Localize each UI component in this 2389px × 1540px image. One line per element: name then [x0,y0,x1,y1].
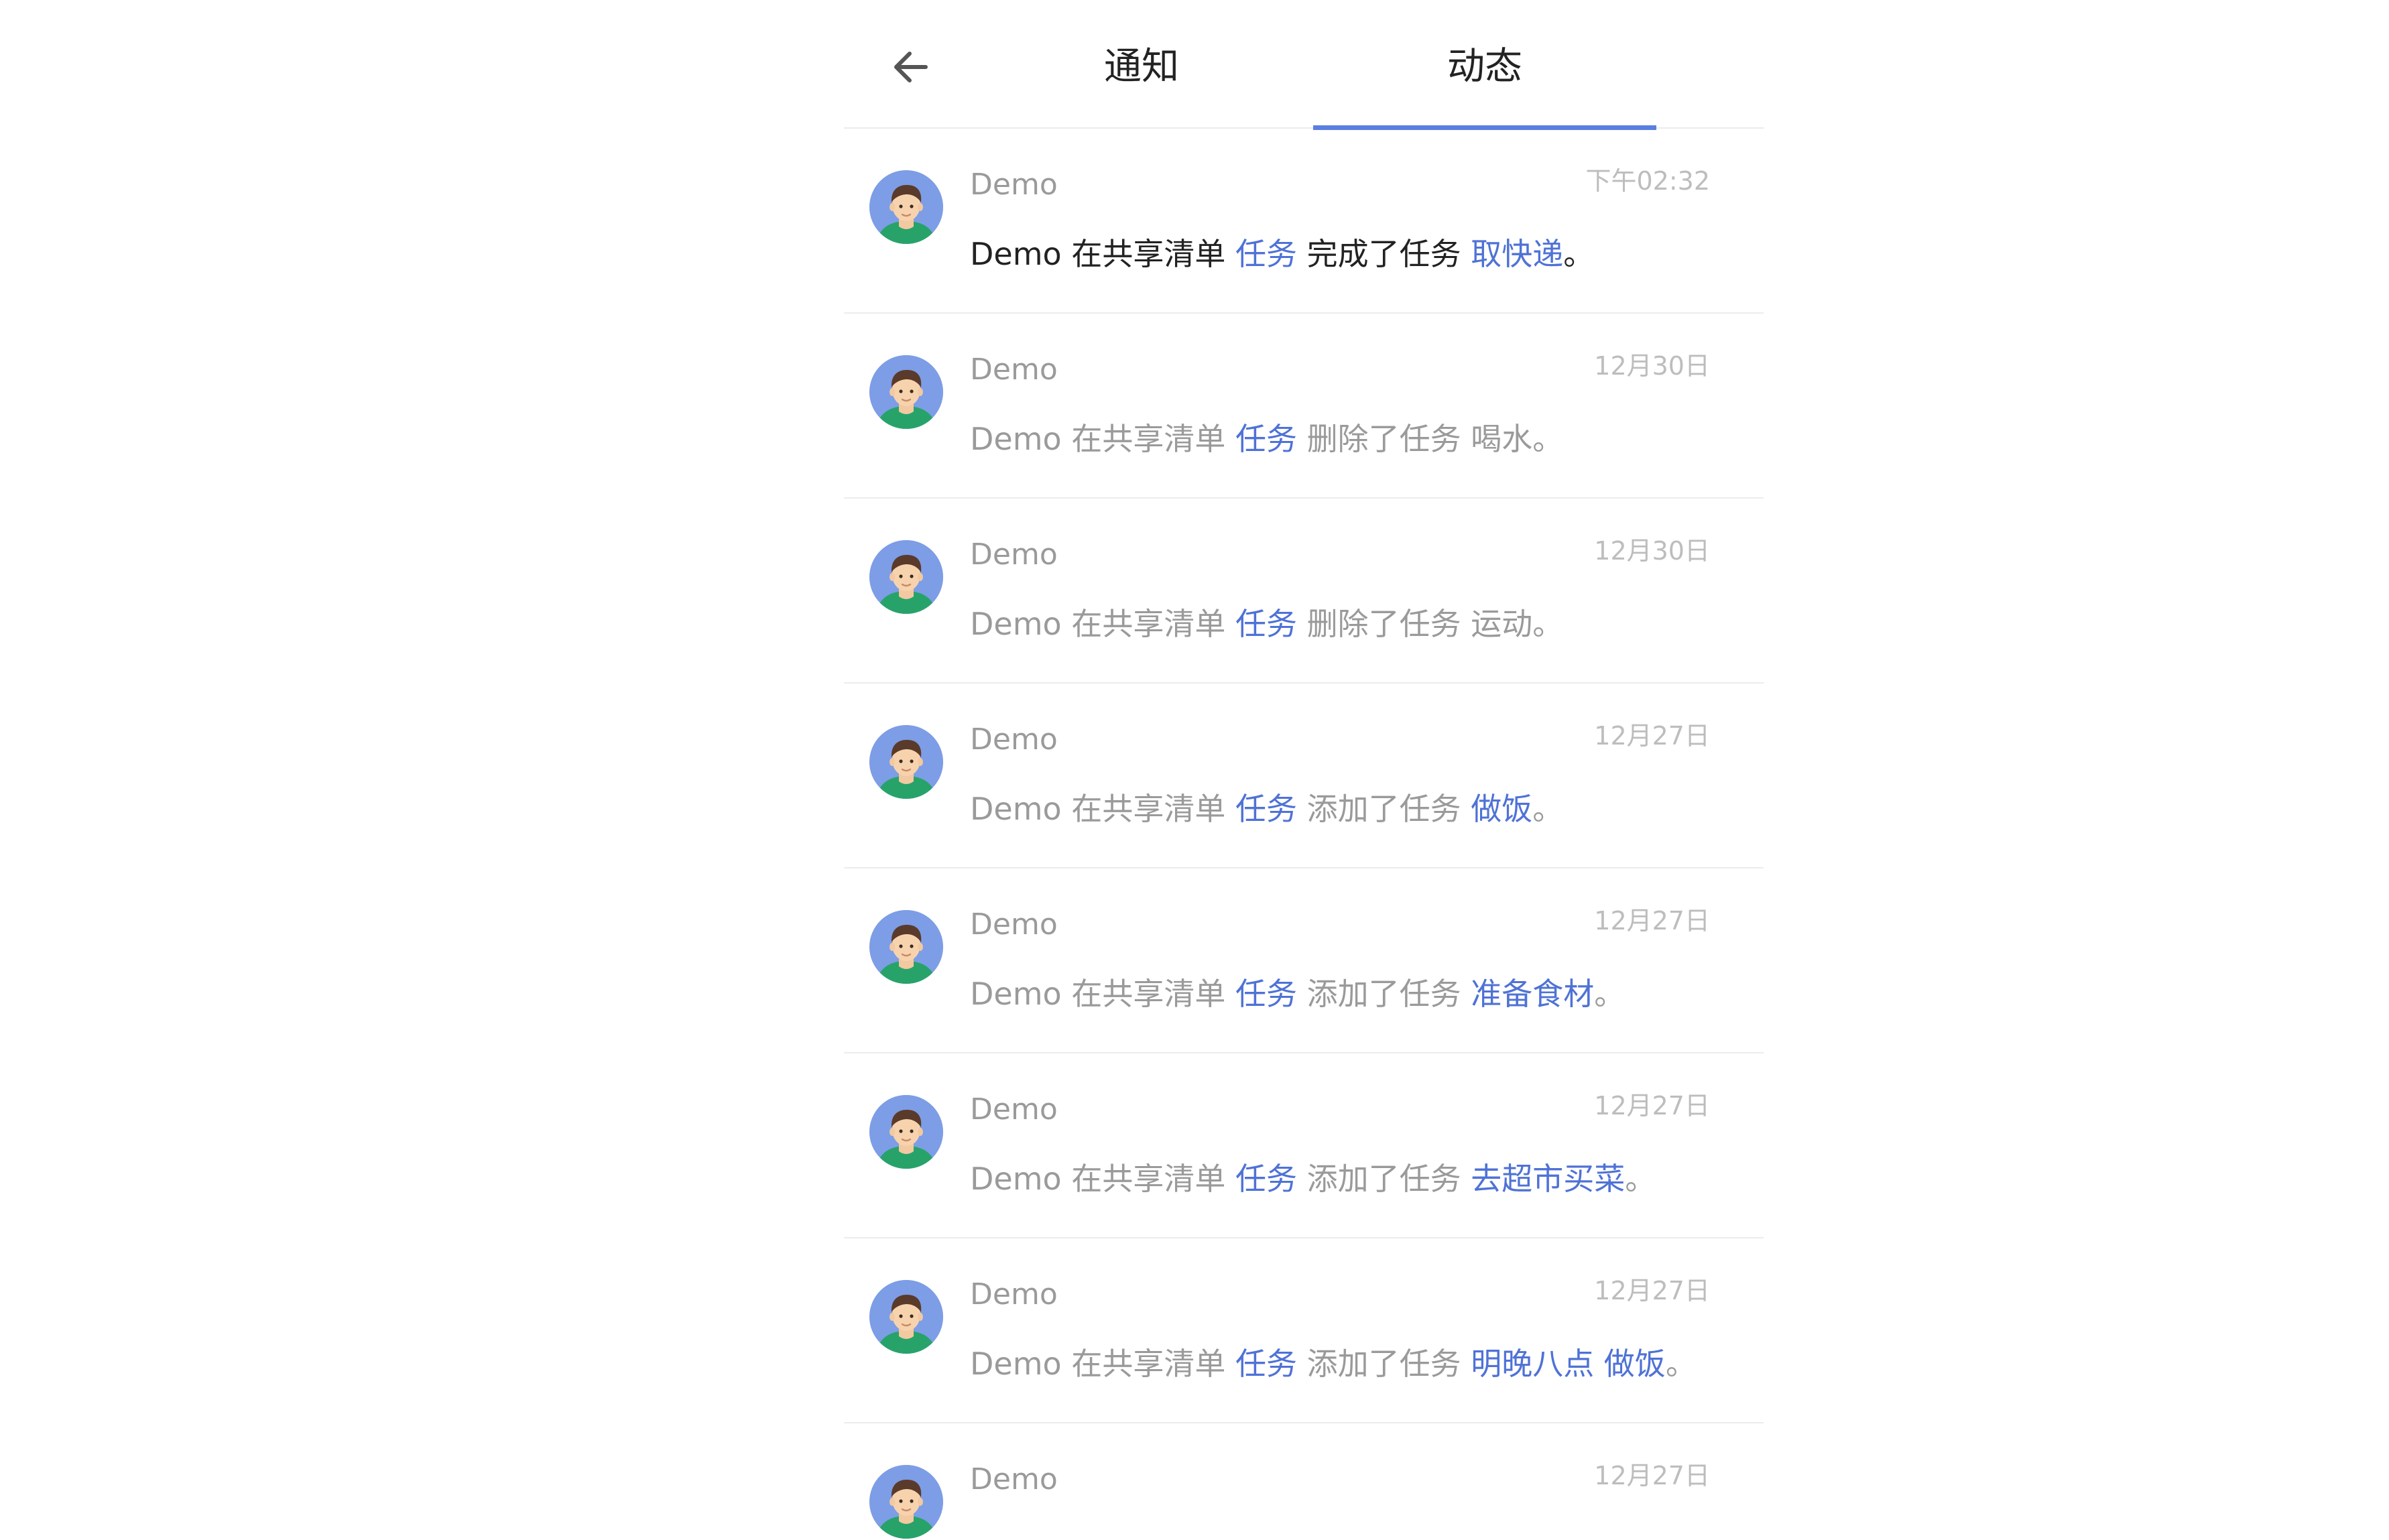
avatar[interactable] [869,910,943,984]
activity-item[interactable]: Demo 12月27日 Demo 在共享清单 任务 添加了任务 准备食材。 [844,869,1764,1053]
tab-label: 动态 [1447,45,1522,88]
tab-notifications[interactable]: 通知 [970,0,1313,129]
action-text: 删除了任务 [1306,421,1461,457]
activity-item[interactable]: Demo 12月30日 Demo 在共享清单 任务 删除了任务 运动。 [844,499,1764,684]
avatar[interactable] [869,1095,943,1169]
author-name: Demo [970,537,1058,572]
list-link[interactable]: 任务 [1235,976,1297,1012]
user-avatar-icon [869,540,943,614]
user-avatar-icon [869,1465,943,1539]
list-link[interactable]: 任务 [1235,236,1297,272]
activity-item[interactable]: Demo 12月27日 [844,1423,1764,1540]
actor-name: Demo [970,606,1062,642]
timestamp: 12月27日 [1594,721,1710,751]
author-name: Demo [970,1092,1058,1127]
activity-item[interactable]: Demo 12月27日 Demo 在共享清单 任务 添加了任务 做饭。 [844,684,1764,869]
activity-message: Demo 在共享清单 任务 完成了任务 取快递。 [970,231,1594,277]
action-text: 删除了任务 [1306,606,1461,642]
user-avatar-icon [869,170,943,244]
in-list-text: 在共享清单 [1071,1346,1226,1382]
in-list-text: 在共享清单 [1071,976,1226,1012]
author-name: Demo [970,907,1058,942]
author-name: Demo [970,722,1058,757]
activity-message: Demo 在共享清单 任务 添加了任务 做饭。 [970,785,1563,832]
avatar[interactable] [869,725,943,799]
activity-item[interactable]: Demo 12月30日 Demo 在共享清单 任务 删除了任务 喝水。 [844,314,1764,499]
activity-item[interactable]: Demo 12月27日 Demo 在共享清单 任务 添加了任务 明晚八点 做饭。 [844,1238,1764,1423]
avatar[interactable] [869,170,943,244]
timestamp: 12月27日 [1594,1461,1710,1490]
action-text: 添加了任务 [1306,976,1461,1012]
activity-message: Demo 在共享清单 任务 删除了任务 喝水。 [970,415,1563,462]
action-text: 添加了任务 [1306,1346,1461,1382]
timestamp: 12月27日 [1594,1276,1710,1305]
tab-activity[interactable]: 动态 [1313,0,1656,130]
activity-feed[interactable]: Demo 下午02:32 Demo 在共享清单 任务 完成了任务 取快递。 De… [844,129,1764,1540]
avatar[interactable] [869,1280,943,1354]
list-link[interactable]: 任务 [1235,791,1297,827]
sentence-end: 。 [1563,236,1595,272]
action-text: 添加了任务 [1306,791,1461,827]
activity-message: Demo 在共享清单 任务 添加了任务 准备食材。 [970,970,1625,1017]
activity-message: Demo 在共享清单 任务 添加了任务 明晚八点 做饭。 [970,1340,1697,1387]
user-avatar-icon [869,725,943,799]
sentence-end: 。 [1532,421,1564,457]
author-name: Demo [970,1277,1058,1311]
timestamp: 12月30日 [1594,351,1710,381]
activity-item[interactable]: Demo 12月27日 Demo 在共享清单 任务 添加了任务 去超市买菜。 [844,1053,1764,1238]
sentence-end: 。 [1594,976,1626,1012]
actor-name: Demo [970,976,1062,1012]
actor-name: Demo [970,1346,1062,1382]
in-list-text: 在共享清单 [1071,236,1226,272]
author-name: Demo [970,1462,1058,1496]
task-link[interactable]: 准备食材 [1471,976,1594,1012]
in-list-text: 在共享清单 [1071,421,1226,457]
action-text: 完成了任务 [1306,236,1461,272]
list-link[interactable]: 任务 [1235,1346,1297,1382]
activity-item[interactable]: Demo 下午02:32 Demo 在共享清单 任务 完成了任务 取快递。 [844,129,1764,314]
task-link[interactable]: 去超市买菜 [1471,1161,1625,1197]
in-list-text: 在共享清单 [1071,606,1226,642]
user-avatar-icon [869,355,943,429]
timestamp: 12月27日 [1594,906,1710,936]
timestamp: 下午02:32 [1585,166,1710,196]
action-text: 添加了任务 [1306,1161,1461,1197]
activity-message: Demo 在共享清单 任务 删除了任务 运动。 [970,600,1563,647]
arrow-left-icon [894,52,928,82]
avatar[interactable] [869,355,943,429]
author-name: Demo [970,352,1058,387]
list-link[interactable]: 任务 [1235,606,1297,642]
task-link[interactable]: 明晚八点 做饭 [1471,1346,1666,1382]
timestamp: 12月27日 [1594,1091,1710,1120]
actor-name: Demo [970,1161,1062,1197]
list-link[interactable]: 任务 [1235,1161,1297,1197]
user-avatar-icon [869,1280,943,1354]
actor-name: Demo [970,421,1062,457]
in-list-text: 在共享清单 [1071,791,1226,827]
task-link[interactable]: 取快递 [1471,236,1563,272]
actor-name: Demo [970,236,1062,272]
sentence-end: 。 [1532,791,1564,827]
sentence-end: 。 [1532,606,1564,642]
avatar[interactable] [869,1465,943,1539]
list-link[interactable]: 任务 [1235,421,1297,457]
task-name: 喝水 [1471,421,1533,457]
back-button[interactable] [885,42,936,92]
tab-label: 通知 [1104,45,1179,88]
task-link[interactable]: 做饭 [1471,791,1532,827]
actor-name: Demo [970,791,1062,827]
in-list-text: 在共享清单 [1071,1161,1226,1197]
user-avatar-icon [869,1095,943,1169]
top-bar: 通知 动态 [844,0,1764,130]
user-avatar-icon [869,910,943,984]
timestamp: 12月30日 [1594,536,1710,566]
sentence-end: 。 [1665,1346,1697,1382]
activity-screen: 通知 动态 Demo 下午02:32 Demo 在共享清单 任务 完成了任务 取… [844,0,1764,1540]
activity-message: Demo 在共享清单 任务 添加了任务 去超市买菜。 [970,1155,1656,1202]
sentence-end: 。 [1625,1161,1656,1197]
avatar[interactable] [869,540,943,614]
author-name: Demo [970,168,1058,202]
task-name: 运动 [1471,606,1533,642]
